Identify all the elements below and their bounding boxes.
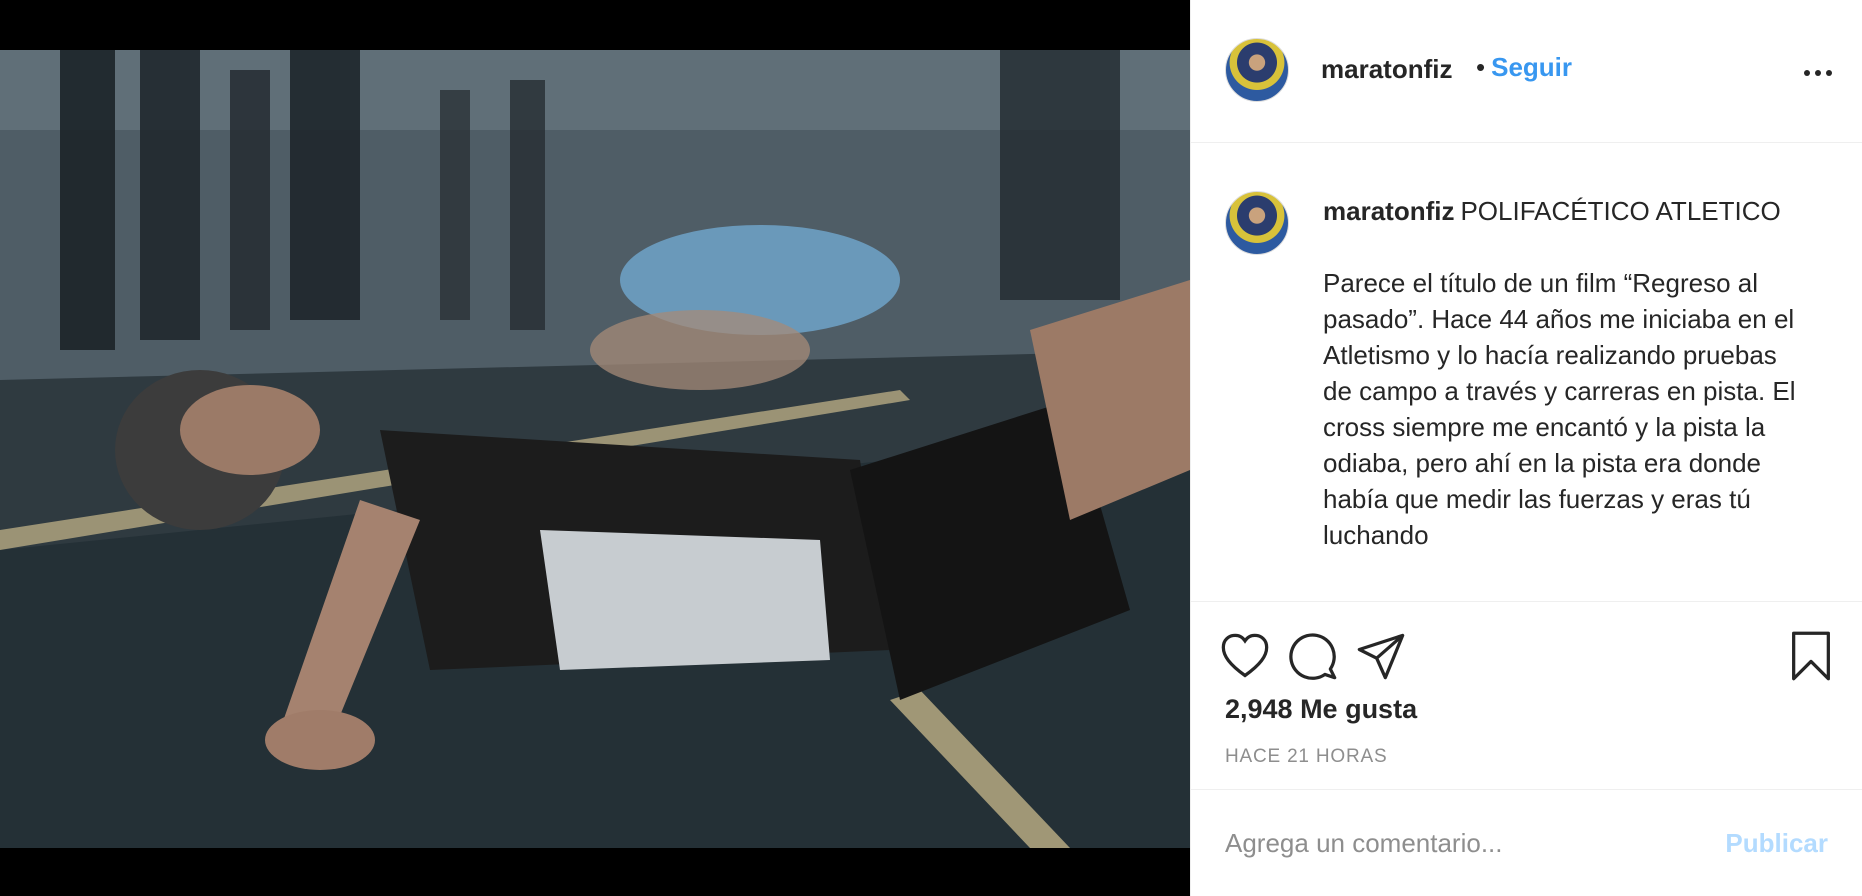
post-username[interactable]: maratonfiz [1321,54,1452,85]
follow-button[interactable]: Seguir [1491,52,1572,82]
post-photo[interactable] [0,50,1190,848]
caption: maratonfiz POLIFACÉTICO ATLETICO Parece e… [1323,193,1803,553]
likes-count[interactable]: 2,948 Me gusta [1225,694,1417,725]
comment-icon[interactable] [1287,630,1339,682]
publish-button[interactable]: Publicar [1725,828,1828,859]
more-options-icon[interactable] [1798,58,1838,88]
actions-bar: 2,948 Me gusta HACE 21 HORAS [1191,601,1862,789]
follow-group: • Seguir [1476,52,1572,83]
post-timestamp[interactable]: HACE 21 HORAS [1225,746,1387,768]
caption-username[interactable]: maratonfiz [1323,196,1454,226]
avatar[interactable] [1225,38,1289,102]
caption-title: POLIFACÉTICO ATLETICO [1460,196,1781,226]
post-header: maratonfiz • Seguir [1191,0,1862,143]
caption-body: Parece el título de un film “Regreso al … [1323,268,1796,550]
separator-dot: • [1476,52,1486,82]
post-media-pane [0,0,1190,896]
heart-icon[interactable] [1219,630,1271,682]
comment-box: Publicar [1191,789,1862,896]
post-side-panel: maratonfiz • Seguir maratonfiz POLIFACÉTIC… [1190,0,1862,896]
post-photo-art [0,50,1190,848]
caption-avatar[interactable] [1225,191,1289,255]
comment-input[interactable] [1225,828,1705,859]
share-icon[interactable] [1355,630,1407,682]
bookmark-icon[interactable] [1785,630,1837,682]
caption-area: maratonfiz POLIFACÉTICO ATLETICO Parece e… [1191,143,1862,601]
